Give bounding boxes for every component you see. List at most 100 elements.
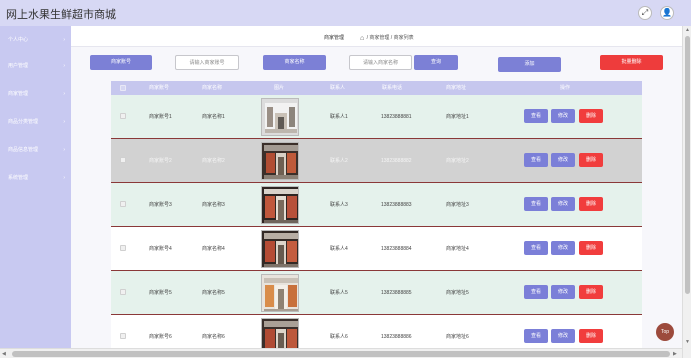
edit-button[interactable]: 修改 <box>551 241 575 255</box>
chevron-right-icon: › <box>63 147 65 153</box>
cell-account: 商家账号4 <box>149 246 172 252</box>
column-header-name: 商家名称 <box>202 85 223 91</box>
cell-name: 商家名称3 <box>202 202 225 208</box>
sidebar-item-label: 系统管理 <box>8 175 29 181</box>
breadcrumb-path[interactable]: / 商家管理 / 商家列表 <box>367 35 414 41</box>
view-button[interactable]: 查看 <box>524 153 548 167</box>
cell-address: 商家地址6 <box>446 334 469 340</box>
vertical-scrollbar-thumb[interactable] <box>685 36 690 294</box>
view-button[interactable]: 查看 <box>524 241 548 255</box>
scroll-right-arrow-icon[interactable]: ▶ <box>673 351 677 357</box>
cell-phone: 13823888885 <box>381 290 412 296</box>
scroll-left-arrow-icon[interactable]: ◀ <box>2 351 6 357</box>
table-row: 商家账号4 商家名称4 联系人4 13823888884 商家地址4 查看 修改… <box>111 227 642 271</box>
delete-button[interactable]: 删除 <box>579 109 603 123</box>
sidebar-item-merchant-management[interactable]: 商家管理 › <box>0 88 71 100</box>
sidebar-item-system-management[interactable]: 系统管理 › <box>0 172 71 184</box>
cell-account: 商家账号6 <box>149 334 172 340</box>
store-image <box>261 274 299 312</box>
cell-address: 商家地址5 <box>446 290 469 296</box>
edit-button[interactable]: 修改 <box>551 285 575 299</box>
fullscreen-icon[interactable]: ⤢ <box>638 6 652 20</box>
cell-name: 商家名称2 <box>202 158 225 164</box>
sidebar-item-label: 个人中心 <box>8 37 29 43</box>
view-button[interactable]: 查看 <box>524 329 548 343</box>
scroll-up-arrow-icon[interactable]: ▲ <box>685 27 690 33</box>
row-checkbox[interactable] <box>120 113 126 119</box>
cell-name: 商家名称4 <box>202 246 225 252</box>
merchant-table: 商家账号 商家名称 图片 联系人 联系电话 商家地址 操作 商家账号1 商家名称… <box>111 81 642 348</box>
cell-contact: 联系人6 <box>330 334 348 340</box>
user-icon[interactable]: 👤 <box>660 6 674 20</box>
chevron-right-icon: › <box>63 119 65 125</box>
column-header-phone: 联系电话 <box>382 85 403 91</box>
column-header-address: 商家地址 <box>446 85 467 91</box>
store-image <box>261 318 299 348</box>
row-checkbox[interactable] <box>120 201 126 207</box>
store-image <box>261 142 299 180</box>
cell-phone: 13823888881 <box>381 114 412 120</box>
cell-phone: 13823888886 <box>381 334 412 340</box>
cell-phone: 13823888882 <box>381 158 412 164</box>
delete-button[interactable]: 删除 <box>579 329 603 343</box>
breadcrumb-bar: 商家管理 ⌂ / 商家管理 / 商家列表 <box>71 26 682 47</box>
column-header-contact: 联系人 <box>330 85 346 91</box>
cell-contact: 联系人2 <box>330 158 348 164</box>
sidebar-item-category-management[interactable]: 商品分类管理 › <box>0 116 71 128</box>
view-button[interactable]: 查看 <box>524 285 548 299</box>
table-row: 商家账号6 商家名称6 联系人6 13823888886 商家地址6 查看 修改… <box>111 315 642 348</box>
cell-address: 商家地址3 <box>446 202 469 208</box>
home-icon[interactable]: ⌂ <box>360 35 364 42</box>
cell-phone: 13823888884 <box>381 246 412 252</box>
table-row: 商家账号2 商家名称2 联系人2 13823888882 商家地址2 查看 修改… <box>111 139 642 183</box>
name-search-input[interactable] <box>349 55 412 70</box>
column-header-account: 商家账号 <box>149 85 170 91</box>
breadcrumb: ⌂ / 商家管理 / 商家列表 <box>360 34 414 42</box>
row-checkbox[interactable] <box>120 289 126 295</box>
batch-delete-button[interactable]: 批量删除 <box>600 55 663 70</box>
sidebar-item-product-management[interactable]: 商品信息管理 › <box>0 144 71 156</box>
delete-button[interactable]: 删除 <box>579 197 603 211</box>
row-checkbox[interactable] <box>120 333 126 339</box>
cell-contact: 联系人3 <box>330 202 348 208</box>
scroll-down-arrow-icon[interactable]: ▼ <box>685 339 690 345</box>
edit-button[interactable]: 修改 <box>551 329 575 343</box>
delete-button[interactable]: 删除 <box>579 153 603 167</box>
table-header: 商家账号 商家名称 图片 联系人 联系电话 商家地址 操作 <box>111 81 642 95</box>
edit-button[interactable]: 修改 <box>551 109 575 123</box>
search-button[interactable]: 查询 <box>414 55 458 70</box>
horizontal-scrollbar-thumb[interactable] <box>12 351 670 357</box>
column-header-image: 图片 <box>274 85 285 91</box>
vertical-scrollbar[interactable]: ▲ ▼ <box>682 26 691 358</box>
cell-address: 商家地址2 <box>446 158 469 164</box>
column-header-actions: 操作 <box>560 85 571 91</box>
horizontal-scrollbar[interactable]: ◀ ▶ <box>0 348 682 358</box>
delete-button[interactable]: 删除 <box>579 285 603 299</box>
page-title: 商家管理 <box>324 35 345 41</box>
chevron-right-icon: › <box>63 63 65 69</box>
row-checkbox[interactable] <box>120 157 126 163</box>
store-image <box>261 230 299 268</box>
name-filter-label: 商家名称 <box>263 55 326 70</box>
edit-button[interactable]: 修改 <box>551 197 575 211</box>
top-bar: 网上水果生鲜超市商城 ⤢ 👤 <box>0 0 691 26</box>
sidebar-item-personal-center[interactable]: 个人中心 › <box>0 34 71 46</box>
account-search-input[interactable] <box>175 55 239 70</box>
sidebar-item-user-management[interactable]: 用户管理 › <box>0 60 71 72</box>
app-title: 网上水果生鲜超市商城 <box>6 8 116 21</box>
back-to-top-button[interactable]: Top <box>656 323 674 341</box>
view-button[interactable]: 查看 <box>524 197 548 211</box>
row-checkbox[interactable] <box>120 245 126 251</box>
edit-button[interactable]: 修改 <box>551 153 575 167</box>
table-row: 商家账号3 商家名称3 联系人3 13823888883 商家地址3 查看 修改… <box>111 183 642 227</box>
sidebar-item-label: 商家管理 <box>8 91 29 97</box>
chevron-right-icon: › <box>63 37 65 43</box>
cell-account: 商家账号2 <box>149 158 172 164</box>
delete-button[interactable]: 删除 <box>579 241 603 255</box>
cell-name: 商家名称5 <box>202 290 225 296</box>
cell-address: 商家地址4 <box>446 246 469 252</box>
view-button[interactable]: 查看 <box>524 109 548 123</box>
store-image <box>261 186 299 224</box>
select-all-checkbox[interactable] <box>120 85 126 91</box>
add-button[interactable]: 添加 <box>498 57 561 72</box>
